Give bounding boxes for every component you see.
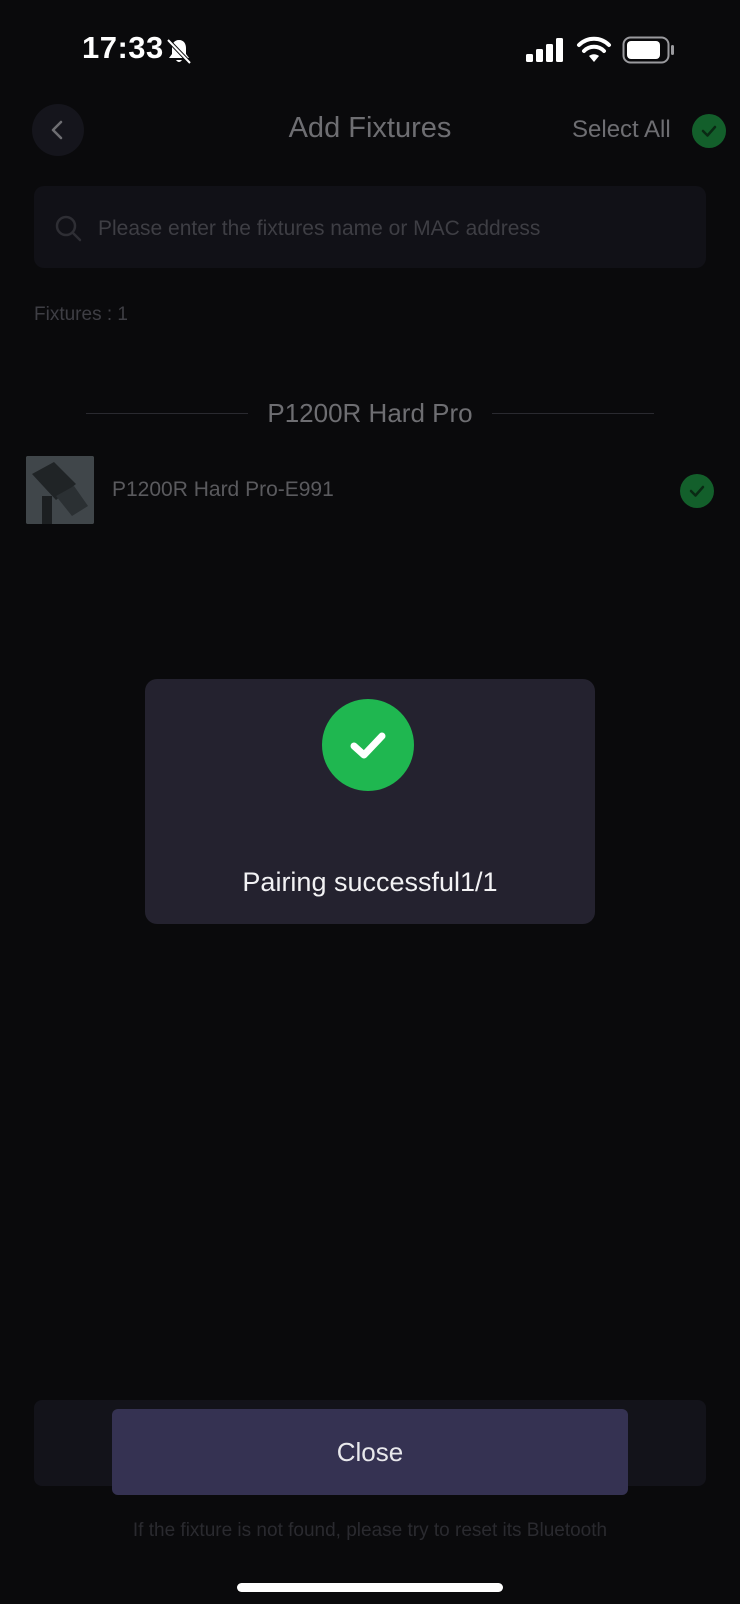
battery-icon [622, 36, 674, 64]
close-button[interactable]: Close [112, 1409, 628, 1495]
check-icon [701, 125, 717, 137]
fixture-thumbnail [26, 456, 94, 524]
home-indicator[interactable] [237, 1583, 503, 1592]
toast-message: Pairing successful1/1 [242, 867, 498, 897]
fixture-name: P1200R Hard Pro-E991 [112, 478, 334, 501]
fixture-checkbox[interactable] [680, 474, 714, 508]
bluetooth-hint: If the fixture is not found, please try … [132, 1520, 608, 1541]
select-all-checkbox[interactable] [692, 114, 726, 148]
search-input[interactable] [98, 210, 658, 248]
search-icon [55, 215, 82, 242]
group-title: P1200R Hard Pro [267, 398, 473, 428]
wifi-icon [577, 36, 611, 62]
status-time: 17:33 [82, 30, 164, 65]
check-icon [350, 732, 386, 759]
check-circle-icon [322, 699, 414, 791]
fixtures-count: Fixtures : 1 [34, 304, 128, 325]
signal-icon [526, 38, 563, 62]
bell-slash-icon [166, 38, 192, 65]
fixture-light-image [26, 456, 94, 524]
check-icon [689, 485, 705, 497]
select-all-label[interactable]: Select All [572, 116, 671, 144]
